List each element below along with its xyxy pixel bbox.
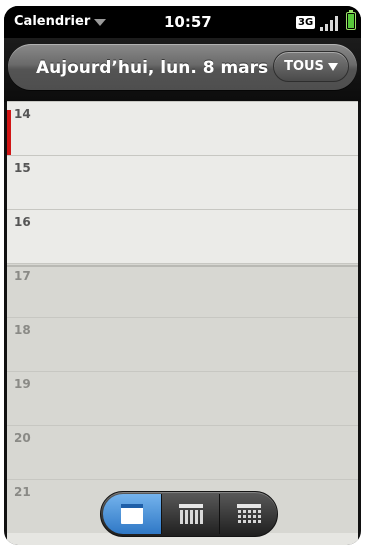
filter-label: TOUS — [284, 59, 324, 74]
hour-label: 19 — [14, 377, 31, 391]
hour-label: 21 — [14, 485, 31, 499]
app-menu-label: Calendrier — [14, 14, 91, 29]
date-title: Aujourd’hui, lun. 8 mars — [36, 58, 269, 78]
week-view-icon — [179, 504, 203, 524]
header-pill: Aujourd’hui, lun. 8 mars TOUS — [8, 44, 357, 90]
header-bar: Aujourd’hui, lun. 8 mars TOUS — [4, 38, 361, 102]
chevron-down-icon — [94, 19, 107, 26]
view-switcher — [100, 491, 278, 537]
network-type-badge: 3G — [296, 16, 316, 29]
battery-icon — [346, 10, 356, 30]
hour-row-19[interactable]: 19 — [7, 371, 358, 425]
calendar-filter-button[interactable]: TOUS — [273, 51, 349, 82]
hour-label: 17 — [14, 269, 31, 283]
clock: 10:57 — [164, 13, 212, 31]
month-view-icon — [237, 504, 261, 523]
month-view-button[interactable] — [219, 494, 278, 534]
week-view-button[interactable] — [161, 494, 220, 534]
status-bar: Calendrier 10:57 3G — [4, 6, 361, 38]
hour-row-18[interactable]: 18 — [7, 317, 358, 371]
hour-label: 16 — [14, 215, 31, 229]
hour-row-20[interactable]: 20 — [7, 425, 358, 479]
work-hours-divider — [7, 265, 358, 267]
hour-label: 14 — [14, 107, 31, 121]
device-screen: Calendrier 10:57 3G Aujourd’hui, lun. 8 … — [4, 6, 361, 545]
hour-label: 18 — [14, 323, 31, 337]
app-menu[interactable]: Calendrier — [14, 14, 107, 29]
hour-row-16[interactable]: 16 — [7, 209, 358, 263]
signal-bars-icon — [320, 15, 342, 31]
day-grid[interactable]: 14 15 16 17 18 19 20 21 — [7, 101, 358, 545]
triangle-down-icon — [327, 62, 338, 71]
current-time-marker — [7, 110, 11, 156]
day-view-button[interactable] — [103, 494, 161, 534]
day-view-icon — [121, 504, 143, 524]
hour-label: 20 — [14, 431, 31, 445]
hour-row-14[interactable]: 14 — [7, 101, 358, 156]
hour-row-17[interactable]: 17 — [7, 263, 358, 317]
hour-label: 15 — [14, 161, 31, 175]
hour-row-15[interactable]: 15 — [7, 155, 358, 209]
